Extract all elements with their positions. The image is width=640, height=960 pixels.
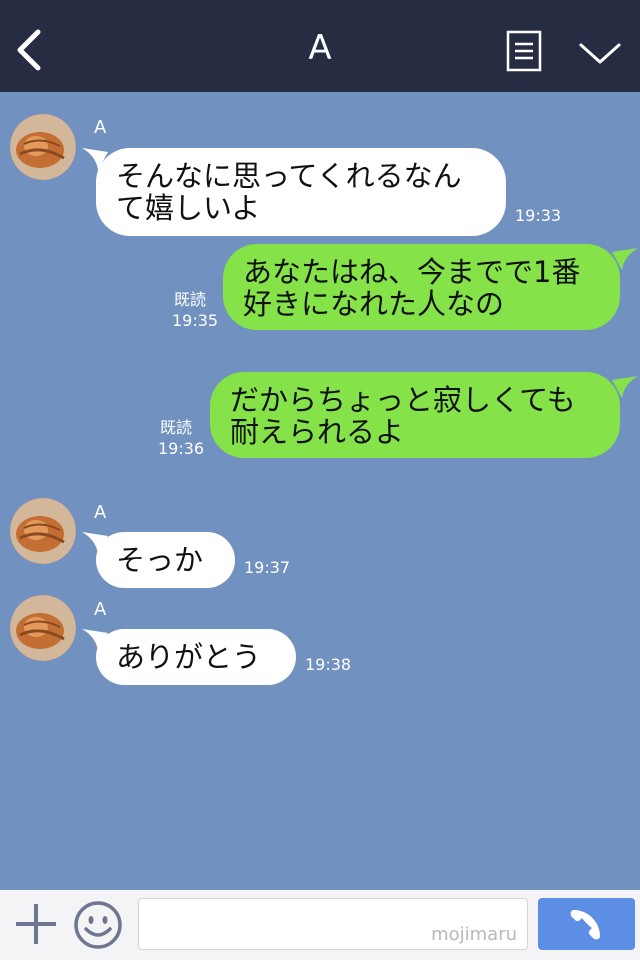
chat-title: A xyxy=(308,28,332,68)
message-line: て嬉しいよ xyxy=(116,191,261,225)
watermark: mojimaru xyxy=(431,924,517,945)
message-time: 19:36 xyxy=(158,439,205,458)
read-receipt: 既読 xyxy=(174,290,207,309)
menu-icon[interactable] xyxy=(506,30,542,72)
bubble-tail xyxy=(612,248,638,270)
message-line: ありがとう xyxy=(116,640,262,674)
message-time: 19:33 xyxy=(515,206,562,225)
message-line: そんなに思ってくれるなん xyxy=(116,159,462,193)
message-line: 耐えられるよ xyxy=(230,415,405,449)
message-line: だからちょっと寂しくても xyxy=(230,383,576,417)
message-line: そっか xyxy=(116,543,204,577)
message-line: あなたはね、今までで1番 xyxy=(243,255,581,289)
chat-header: A xyxy=(0,0,640,92)
message-bubble[interactable]: そんなに思ってくれるなん て嬉しいよ xyxy=(96,148,506,236)
message-bubble[interactable]: あなたはね、今までで1番 好きになれた人なの xyxy=(223,244,620,330)
message-bubble[interactable]: ありがとう xyxy=(96,629,296,685)
sender-name: A xyxy=(94,117,107,138)
call-button[interactable] xyxy=(538,898,635,950)
avatar[interactable] xyxy=(10,498,76,564)
message-bubble[interactable]: そっか xyxy=(96,532,235,588)
chevron-down-icon[interactable] xyxy=(578,40,622,68)
avatar[interactable] xyxy=(10,114,76,180)
message-list: A そんなに思ってくれるなん て嬉しいよ 19:33 既読 19:35 あなたは… xyxy=(0,92,640,890)
avatar[interactable] xyxy=(10,595,76,661)
message-line: 好きになれた人なの xyxy=(243,287,505,321)
bubble-tail xyxy=(612,376,638,398)
phone-icon xyxy=(570,910,600,940)
message-time: 19:37 xyxy=(244,558,291,577)
read-receipt: 既読 xyxy=(160,418,193,437)
smile-icon[interactable] xyxy=(73,900,123,950)
message-bubble[interactable]: だからちょっと寂しくても 耐えられるよ xyxy=(210,372,620,458)
message-time: 19:35 xyxy=(172,311,219,330)
message-input[interactable]: mojimaru xyxy=(138,898,528,950)
sender-name: A xyxy=(94,599,107,620)
sender-name: A xyxy=(94,502,107,523)
message-time: 19:38 xyxy=(305,655,352,674)
plus-icon[interactable] xyxy=(14,902,58,946)
